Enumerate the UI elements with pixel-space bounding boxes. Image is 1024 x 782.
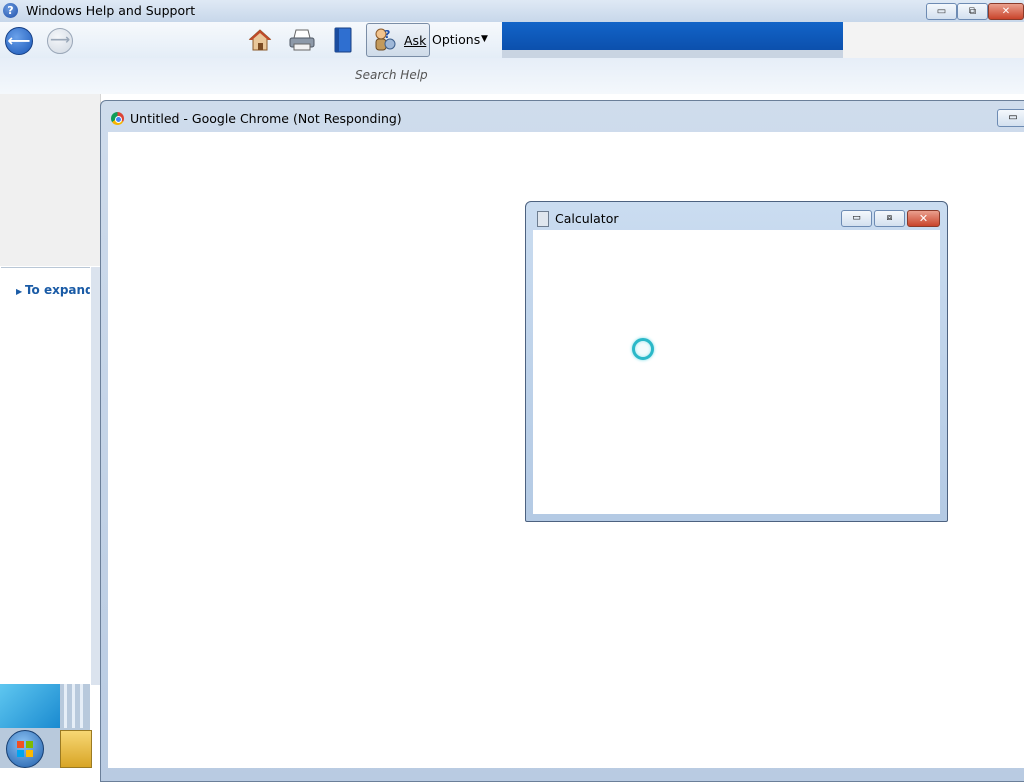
expand-link[interactable]: ▶ To expand a	[16, 283, 90, 297]
explorer-taskbar-icon[interactable]	[60, 730, 92, 768]
taskbar-divider	[72, 684, 75, 728]
taskbar-divider	[80, 684, 83, 728]
help-maximize-button[interactable]: ⧉	[957, 3, 988, 20]
chrome-window-title: Untitled - Google Chrome (Not Responding…	[130, 111, 402, 126]
back-button[interactable]: ⟵	[5, 27, 33, 55]
home-icon[interactable]	[248, 28, 272, 52]
chevron-down-icon[interactable]: ▼	[481, 34, 488, 44]
calculator-minimize-button[interactable]: ▭	[841, 210, 872, 227]
calculator-close-button[interactable]: ✕	[907, 210, 940, 227]
calculator-content-area[interactable]	[533, 230, 940, 514]
ask-icon: ?	[372, 27, 396, 51]
help-left-pane	[1, 267, 90, 686]
search-help-input[interactable]: Search Help	[355, 68, 428, 82]
toolbar-right-area	[843, 22, 1024, 58]
ask-label[interactable]: Ask	[404, 33, 426, 48]
busy-cursor-icon	[632, 338, 654, 360]
forward-button[interactable]: ⟶	[47, 28, 73, 54]
start-button[interactable]	[6, 730, 44, 768]
help-window-title: Windows Help and Support	[26, 3, 196, 18]
chrome-minimize-button[interactable]: ▭	[997, 109, 1024, 127]
taskbar-divider	[64, 684, 67, 728]
calculator-window-title: Calculator	[555, 211, 619, 226]
print-icon[interactable]	[289, 29, 315, 51]
calculator-icon	[537, 211, 549, 227]
calculator-maximize-button[interactable]: ⧈	[874, 210, 905, 227]
search-row	[0, 58, 1024, 94]
options-menu[interactable]: Options	[432, 32, 480, 47]
chrome-icon-center	[115, 116, 122, 123]
help-close-button[interactable]: ✕	[988, 3, 1024, 20]
browse-help-icon[interactable]	[332, 27, 354, 53]
expand-link-label: To expand a	[24, 283, 90, 297]
help-app-icon: ?	[3, 3, 18, 18]
help-left-header	[0, 94, 101, 266]
expand-arrow-icon: ▶	[16, 287, 25, 296]
desktop-wallpaper	[0, 684, 60, 728]
search-banner-edge	[502, 50, 843, 58]
help-minimize-button[interactable]: ▭	[926, 3, 957, 20]
